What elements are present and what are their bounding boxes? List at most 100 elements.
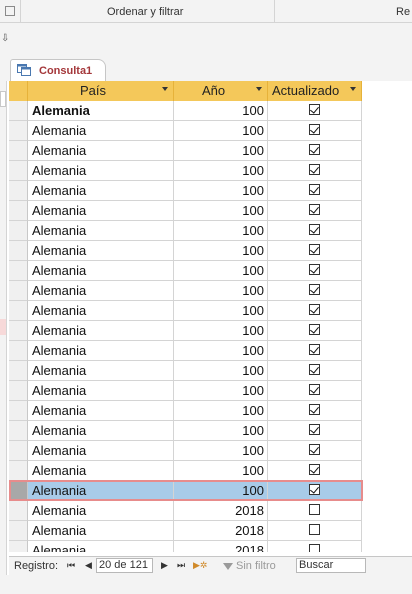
table-row[interactable]: Alemania 100 xyxy=(9,480,412,501)
cell-pais[interactable]: Alemania xyxy=(28,161,174,181)
table-row[interactable]: Alemania 2018 xyxy=(9,521,412,541)
actualizado-checkbox[interactable] xyxy=(309,544,320,552)
actualizado-checkbox[interactable] xyxy=(309,364,320,375)
column-header-actualizado[interactable]: Actualizado xyxy=(268,81,362,101)
table-row[interactable]: Alemania 100 xyxy=(9,121,412,141)
actualizado-checkbox[interactable] xyxy=(309,184,320,195)
table-row[interactable]: Alemania 100 xyxy=(9,141,412,161)
cell-anio[interactable]: 100 xyxy=(174,321,268,341)
row-selector[interactable] xyxy=(9,401,28,421)
chevron-down-icon[interactable]: ⇩ xyxy=(1,33,9,44)
actualizado-checkbox[interactable] xyxy=(309,164,320,175)
cell-pais[interactable]: Alemania xyxy=(28,301,174,321)
row-selector[interactable] xyxy=(9,461,28,481)
cell-pais[interactable]: Alemania xyxy=(28,241,174,261)
table-row[interactable]: Alemania 100 xyxy=(9,381,412,401)
cell-pais[interactable]: Alemania xyxy=(28,401,174,421)
cell-pais[interactable]: Alemania xyxy=(28,341,174,361)
search-input[interactable]: Buscar xyxy=(296,558,366,573)
cell-anio[interactable]: 100 xyxy=(174,381,268,401)
row-selector[interactable] xyxy=(9,301,28,321)
actualizado-checkbox[interactable] xyxy=(309,404,320,415)
cell-pais[interactable]: Alemania xyxy=(28,461,174,481)
dropdown-arrow-icon[interactable] xyxy=(162,87,168,91)
actualizado-checkbox[interactable] xyxy=(309,264,320,275)
dialog-launcher-icon[interactable] xyxy=(5,6,15,16)
row-selector[interactable] xyxy=(9,541,28,552)
cell-anio[interactable]: 2018 xyxy=(174,521,268,541)
actualizado-checkbox[interactable] xyxy=(309,344,320,355)
table-row[interactable]: Alemania 2018 xyxy=(9,501,412,521)
next-record-icon[interactable]: ▶ xyxy=(161,560,168,571)
row-selector[interactable] xyxy=(9,521,28,541)
filter-toggle-button[interactable]: Sin filtro xyxy=(223,560,276,572)
table-row[interactable]: Alemania 100 xyxy=(9,161,412,181)
cell-pais[interactable]: Alemania xyxy=(28,141,174,161)
actualizado-checkbox[interactable] xyxy=(309,284,320,295)
cell-pais[interactable]: Alemania xyxy=(28,481,174,501)
cell-pais[interactable]: Alemania xyxy=(28,261,174,281)
cell-anio[interactable]: 100 xyxy=(174,161,268,181)
cell-pais[interactable]: Alemania xyxy=(28,201,174,221)
navigation-pane-collapsed[interactable] xyxy=(0,55,7,594)
cell-pais[interactable]: Alemania xyxy=(28,441,174,461)
cell-pais[interactable]: Alemania xyxy=(28,421,174,441)
row-selector[interactable] xyxy=(9,141,28,161)
actualizado-checkbox[interactable] xyxy=(309,464,320,475)
cell-pais[interactable]: Alemania xyxy=(28,361,174,381)
cell-anio[interactable]: 2018 xyxy=(174,501,268,521)
cell-anio[interactable]: 100 xyxy=(174,401,268,421)
row-selector[interactable] xyxy=(9,321,28,341)
actualizado-checkbox[interactable] xyxy=(309,484,320,495)
row-selector[interactable] xyxy=(9,241,28,261)
actualizado-checkbox[interactable] xyxy=(309,384,320,395)
table-row[interactable]: Alemania 100 xyxy=(9,101,412,121)
dropdown-arrow-icon[interactable] xyxy=(350,87,356,91)
cell-anio[interactable]: 100 xyxy=(174,261,268,281)
table-row[interactable]: Alemania 100 xyxy=(9,421,412,441)
row-selector[interactable] xyxy=(9,261,28,281)
cell-anio[interactable]: 100 xyxy=(174,461,268,481)
table-row[interactable]: Alemania 100 xyxy=(9,301,412,321)
column-header-anio[interactable]: Año xyxy=(174,81,268,101)
cell-anio[interactable]: 100 xyxy=(174,221,268,241)
actualizado-checkbox[interactable] xyxy=(309,104,320,115)
actualizado-checkbox[interactable] xyxy=(309,144,320,155)
table-row[interactable]: Alemania 100 xyxy=(9,241,412,261)
current-record-field[interactable]: 20 de 121 xyxy=(96,558,153,573)
cell-anio[interactable]: 100 xyxy=(174,301,268,321)
cell-pais[interactable]: Alemania xyxy=(28,281,174,301)
cell-pais[interactable]: Alemania xyxy=(28,321,174,341)
table-row[interactable]: Alemania 100 xyxy=(9,261,412,281)
cell-pais[interactable]: Alemania xyxy=(28,121,174,141)
cell-anio[interactable]: 100 xyxy=(174,281,268,301)
table-row[interactable]: Alemania 100 xyxy=(9,441,412,461)
table-row[interactable]: Alemania 2018 xyxy=(9,541,412,552)
table-row[interactable]: Alemania 100 xyxy=(9,461,412,481)
cell-pais[interactable]: Alemania xyxy=(28,101,174,121)
table-row[interactable]: Alemania 100 xyxy=(9,341,412,361)
actualizado-checkbox[interactable] xyxy=(309,304,320,315)
cell-anio[interactable]: 2018 xyxy=(174,541,268,552)
last-record-icon[interactable]: ⏭ xyxy=(177,560,185,571)
cell-anio[interactable]: 100 xyxy=(174,441,268,461)
table-row[interactable]: Alemania 100 xyxy=(9,221,412,241)
table-row[interactable]: Alemania 100 xyxy=(9,361,412,381)
row-selector[interactable] xyxy=(9,201,28,221)
select-all-corner[interactable] xyxy=(9,81,28,101)
tab-consulta1[interactable]: Consulta1 xyxy=(10,59,106,82)
cell-anio[interactable]: 100 xyxy=(174,481,268,501)
actualizado-checkbox[interactable] xyxy=(309,504,320,515)
row-selector[interactable] xyxy=(9,181,28,201)
cell-anio[interactable]: 100 xyxy=(174,141,268,161)
first-record-icon[interactable]: ⏮ xyxy=(67,560,75,571)
row-selector[interactable] xyxy=(9,121,28,141)
row-selector[interactable] xyxy=(9,281,28,301)
actualizado-checkbox[interactable] xyxy=(309,244,320,255)
row-selector[interactable] xyxy=(9,361,28,381)
row-selector[interactable] xyxy=(9,221,28,241)
cell-anio[interactable]: 100 xyxy=(174,201,268,221)
table-row[interactable]: Alemania 100 xyxy=(9,321,412,341)
cell-anio[interactable]: 100 xyxy=(174,101,268,121)
table-row[interactable]: Alemania 100 xyxy=(9,201,412,221)
